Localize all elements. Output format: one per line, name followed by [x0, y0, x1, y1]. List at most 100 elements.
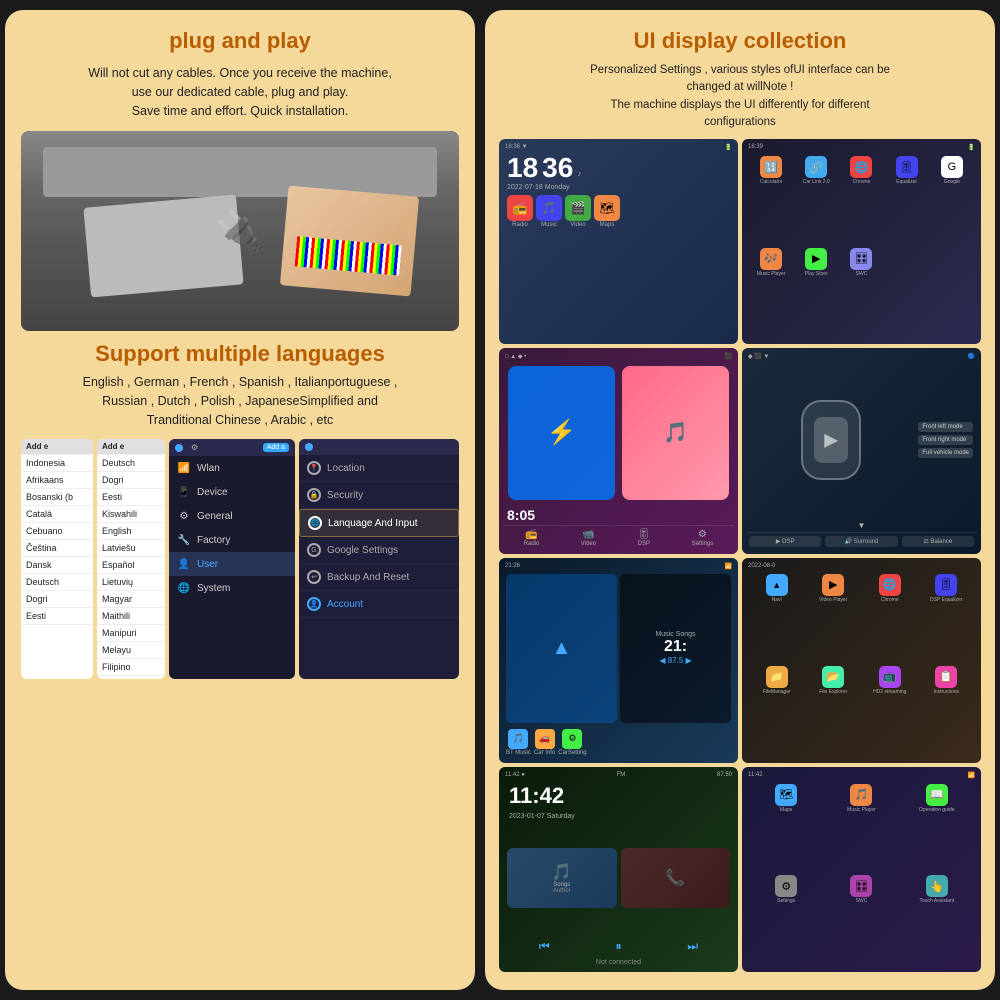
ui-cell-1-content: 18:36 ▼ 🔋 18 36 ♪ 2022-07-18 Monday 📻 Ra…	[499, 139, 738, 344]
settings-item-account[interactable]: 👤 Account	[299, 591, 459, 618]
bluetooth-media-row: ⚡ 🎵	[503, 361, 734, 504]
lang-list-item[interactable]: Eesti	[97, 489, 165, 506]
lang-list-item[interactable]: Afrikaans	[21, 472, 93, 489]
lang-list-item[interactable]: Kiswahili	[97, 506, 165, 523]
car-visualization: ▶	[750, 400, 912, 480]
lang-list-item[interactable]: Dogri	[97, 472, 165, 489]
bt-music-icon[interactable]: 🎵	[508, 729, 528, 749]
nav-settings[interactable]: ⚙Settings	[692, 529, 714, 547]
bluetooth-card: ⚡	[508, 366, 615, 499]
chrome-icon[interactable]: 🌐	[850, 156, 872, 178]
lang-list-item[interactable]: Latviešu	[97, 540, 165, 557]
app-name: File Explorer	[819, 689, 847, 695]
settings-item-label: Account	[327, 599, 363, 610]
front-left-mode-btn[interactable]: Front left mode	[918, 422, 973, 432]
filemanager-icon[interactable]: 📁	[766, 666, 788, 688]
clock-section: 18 36 ♪	[503, 152, 734, 184]
music-player-icon[interactable]: 🎶	[760, 248, 782, 270]
carlink-icon[interactable]: 🔗	[805, 156, 827, 178]
ui-status-icons: □ ▲ ◆ •	[505, 353, 526, 360]
swc-icon-8[interactable]: 🎛	[850, 875, 872, 897]
instructions-icon[interactable]: 📋	[935, 666, 957, 688]
touch-assistant-icon[interactable]: 👆	[926, 875, 948, 897]
operation-guide-icon[interactable]: 📖	[926, 784, 948, 806]
lang-list-item[interactable]: Filipino	[97, 659, 165, 676]
lang-list-item[interactable]: Magyar	[97, 591, 165, 608]
front-right-mode-btn[interactable]: Front right mode	[918, 435, 973, 445]
maps-app-icon[interactable]: 🗺	[594, 195, 620, 221]
menu-item-general[interactable]: ⚙ General	[169, 504, 295, 528]
video-app-icon[interactable]: 🎬	[565, 195, 591, 221]
settings-item-backup[interactable]: ↩ Backup And Reset	[299, 564, 459, 591]
lang-list-item[interactable]: Català	[21, 506, 93, 523]
lang-list-item[interactable]: English	[97, 523, 165, 540]
menu-item-wlan[interactable]: 📶 Wlan	[169, 456, 295, 480]
lang-list-item[interactable]: Deutsch	[97, 455, 165, 472]
settings-item-language[interactable]: 🌐 Lanquage And Input	[299, 509, 459, 537]
nav-video[interactable]: 📹Video	[581, 529, 596, 547]
google-app-icon[interactable]: G	[941, 156, 963, 178]
dsp-btn[interactable]: ▶ DSP	[749, 536, 821, 547]
lang-list-item[interactable]: Español	[97, 557, 165, 574]
bt-status: 🔵	[968, 353, 975, 360]
car-top-view: ▶	[801, 400, 861, 480]
car-setting-icon[interactable]: ⚙	[562, 729, 582, 749]
maps-icon-8[interactable]: 🗺	[775, 784, 797, 806]
next-icon[interactable]: ⏭	[687, 939, 698, 954]
video-player-icon[interactable]: ▶	[822, 574, 844, 596]
surround-btn[interactable]: 🔊 Surround	[825, 536, 897, 547]
lang-list-item[interactable]: Dogri	[21, 591, 93, 608]
music-note-icon: 🎵	[552, 862, 572, 882]
play-icon[interactable]: ⏸	[615, 939, 621, 954]
lang-list-item[interactable]: Melayu	[97, 642, 165, 659]
balance-btn[interactable]: ⚖ Balance	[902, 536, 974, 547]
chrome-icon-2[interactable]: 🌐	[879, 574, 901, 596]
not-connected: Not connected	[503, 957, 734, 968]
settings-item-location[interactable]: 📍 Location	[299, 455, 459, 482]
radio-app-icon[interactable]: 📻	[507, 195, 533, 221]
header-dot	[305, 443, 313, 451]
full-vehicle-mode-btn[interactable]: Full vehicle mode	[918, 448, 973, 458]
file-explorer-icon[interactable]: 📂	[822, 666, 844, 688]
lang-list-item[interactable]: Bosanski (b	[21, 489, 93, 506]
app-name: Touch Assistant	[919, 898, 954, 904]
menu-item-device[interactable]: 📱 Device	[169, 480, 295, 504]
menu-item-factory[interactable]: 🔧 Factory	[169, 528, 295, 552]
music-player-icon-8[interactable]: 🎵	[850, 784, 872, 806]
nav-dsp[interactable]: 🎚DSP	[637, 529, 650, 547]
navi-icon[interactable]: ▲	[766, 574, 788, 596]
prev-icon[interactable]: ⏮	[539, 939, 550, 954]
menu-item-user[interactable]: 👤 User	[169, 552, 295, 576]
menu-item-system[interactable]: 🌐 System	[169, 576, 295, 600]
car-info-icon[interactable]: 🚗	[535, 729, 555, 749]
lang-list-item[interactable]: Eesti	[21, 608, 93, 625]
lang-list-item[interactable]: Cebuano	[21, 523, 93, 540]
plug-image-inner	[21, 131, 459, 331]
lang-list-item[interactable]: Indonesia	[21, 455, 93, 472]
dsp-eq-icon[interactable]: 🎚	[935, 574, 957, 596]
lang-list-item[interactable]: Manipuri	[97, 625, 165, 642]
lang-list-item[interactable]: Français	[97, 676, 165, 679]
lang-list-item[interactable]: Čeština	[21, 540, 93, 557]
hd2-icon[interactable]: 📺	[879, 666, 901, 688]
lang-list-item[interactable]: Lietuvių	[97, 574, 165, 591]
music-app-icon[interactable]: 🎵	[536, 195, 562, 221]
settings-icon-8[interactable]: ⚙	[775, 875, 797, 897]
nav-radio[interactable]: 📻Radio	[524, 529, 540, 547]
swc-icon[interactable]: 🎛	[850, 248, 872, 270]
app-grid-8: 🗺 Maps 🎵 Music Player 📖 Operation guide	[746, 780, 977, 968]
equalizer-icon[interactable]: 🎚	[896, 156, 918, 178]
phone-icon: 📞	[665, 868, 685, 888]
video-nav-icon: 📹	[582, 529, 594, 540]
app-item: 🎛 SWC	[840, 248, 882, 337]
account-icon: 👤	[307, 597, 321, 611]
lang-list-item[interactable]: Deutsch	[21, 574, 93, 591]
settings-item-google[interactable]: G Google Settings	[299, 537, 459, 564]
calculator-icon[interactable]: 🔢	[760, 156, 782, 178]
gear-icon: ⚙	[177, 509, 191, 523]
lang-list-item[interactable]: Maithili	[97, 608, 165, 625]
settings-item-security[interactable]: 🔒 Security	[299, 482, 459, 509]
settings-add-btn[interactable]: Add a	[263, 443, 289, 452]
playstore-icon[interactable]: ▶	[805, 248, 827, 270]
lang-list-item[interactable]: Dansk	[21, 557, 93, 574]
